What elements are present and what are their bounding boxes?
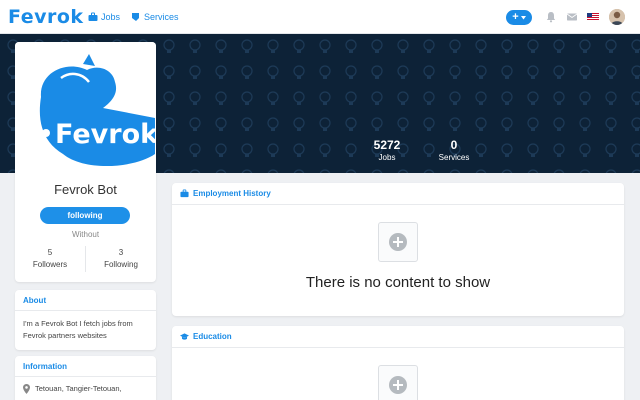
jobs-count: 5272: [373, 138, 401, 152]
nav-jobs-label: Jobs: [101, 12, 121, 22]
stat-jobs[interactable]: 5272 Jobs: [368, 138, 406, 163]
education-header: Education: [172, 326, 624, 348]
following-label: Following: [104, 260, 138, 269]
user-avatar[interactable]: [609, 9, 625, 25]
stat-services[interactable]: 0 Services: [436, 138, 472, 163]
followers-label: Followers: [32, 260, 68, 269]
employment-history-card: Employment History There is no content t…: [172, 183, 624, 316]
followers-stat[interactable]: 5 Followers: [15, 247, 85, 271]
empty-state-text: There is no content to show: [305, 274, 491, 291]
graduation-cap-icon: [180, 333, 189, 340]
education-card: Education: [172, 326, 624, 400]
plus-icon: +: [512, 11, 519, 23]
services-count: 0: [450, 138, 458, 152]
jobs-label: Jobs: [378, 153, 396, 162]
without-label: Without: [71, 230, 100, 239]
profile-card: Fevrok Fevrok Bot following Without 5 Fo…: [15, 42, 156, 282]
nav-services-label: Services: [144, 12, 179, 22]
briefcase-icon: [88, 12, 98, 21]
services-icon: [132, 13, 139, 21]
plus-circle-icon: [389, 233, 407, 251]
bell-icon[interactable]: [545, 11, 557, 23]
employment-history-title: Employment History: [193, 189, 271, 198]
education-title: Education: [193, 332, 232, 341]
about-card: About I'm a Fevrok Bot I fetch jobs from…: [15, 290, 156, 350]
caret-down-icon: [520, 15, 526, 19]
followers-count: 5: [47, 248, 53, 257]
profile-logo: Fevrok: [15, 42, 156, 172]
briefcase-icon: [180, 189, 189, 198]
information-card: Information Tetouan, Tangier-Tetouan,: [15, 356, 156, 400]
information-title: Information: [15, 356, 156, 377]
top-navbar: Fevrok Jobs Services +: [0, 0, 640, 34]
following-count: 3: [118, 248, 124, 257]
employment-history-header: Employment History: [172, 183, 624, 205]
fevrok-logo[interactable]: Fevrok: [8, 6, 84, 28]
nav-services-link[interactable]: Services: [131, 10, 179, 24]
add-education-button[interactable]: [378, 365, 418, 400]
add-employment-button[interactable]: [378, 222, 418, 262]
following-button[interactable]: following: [40, 207, 130, 224]
map-marker-icon: [23, 384, 30, 394]
profile-name: Fevrok Bot: [54, 182, 117, 197]
add-button[interactable]: +: [506, 10, 532, 25]
location-row: Tetouan, Tangier-Tetouan,: [15, 377, 156, 394]
nav-jobs-link[interactable]: Jobs: [88, 10, 120, 24]
about-title: About: [15, 290, 156, 311]
location-text: Tetouan, Tangier-Tetouan,: [35, 384, 122, 393]
profile-logo-text: Fevrok: [55, 119, 156, 150]
services-label: Services: [438, 153, 470, 162]
us-flag-icon[interactable]: [587, 13, 599, 21]
mail-icon[interactable]: [566, 11, 578, 23]
following-stat[interactable]: 3 Following: [86, 247, 156, 271]
plus-circle-icon: [389, 376, 407, 394]
about-text: I'm a Fevrok Bot I fetch jobs from Fevro…: [23, 319, 133, 340]
